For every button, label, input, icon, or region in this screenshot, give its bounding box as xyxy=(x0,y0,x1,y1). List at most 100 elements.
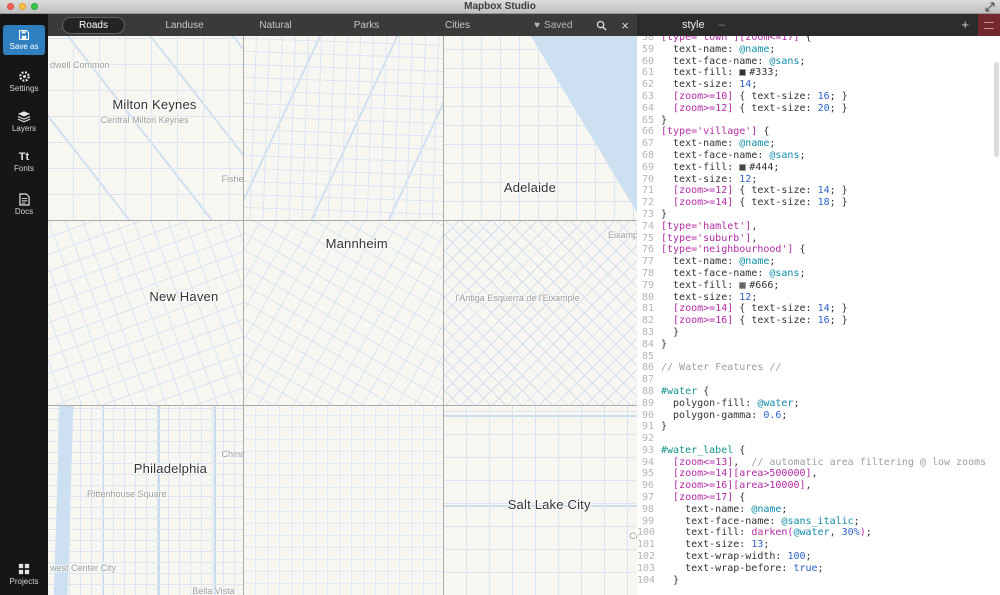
code-text[interactable]: text-size: 14; xyxy=(661,79,757,91)
code-text[interactable]: } xyxy=(661,575,679,587)
tab-landuse[interactable]: Landuse xyxy=(139,18,230,33)
map-cell[interactable]: Adelaide xyxy=(444,36,637,220)
code-text[interactable]: text-size: 13; xyxy=(661,539,769,551)
tab-cities[interactable]: Cities xyxy=(412,18,503,33)
code-line[interactable]: 103 text-wrap-before: true; xyxy=(637,563,1000,575)
tab-roads[interactable]: Roads xyxy=(48,16,139,34)
tab-natural[interactable]: Natural xyxy=(230,18,321,33)
save-as-button[interactable]: Save as xyxy=(3,25,45,55)
code-text[interactable]: text-face-name: @sans; xyxy=(661,268,805,280)
search-button[interactable] xyxy=(596,20,608,31)
code-line[interactable]: 60 text-face-name: @sans; xyxy=(637,56,1000,68)
code-text[interactable]: } xyxy=(661,327,679,339)
code-line[interactable]: 90 polygon-gamma: 0.6; xyxy=(637,410,1000,422)
code-text[interactable]: [zoom>=14][area>500000], xyxy=(661,468,818,480)
code-text[interactable]: [type='village'] { xyxy=(661,126,769,138)
code-line[interactable]: 65} xyxy=(637,115,1000,127)
code-line[interactable]: 71 [zoom>=12] { text-size: 14; } xyxy=(637,185,1000,197)
code-text[interactable]: [zoom>=17] { xyxy=(661,492,745,504)
code-line[interactable]: 104 } xyxy=(637,575,1000,587)
code-line[interactable]: 79 text-fill: #666; xyxy=(637,280,1000,292)
saved-indicator[interactable]: ♥ Saved xyxy=(534,20,572,31)
editor-scrollbar[interactable] xyxy=(994,62,999,157)
map-cell[interactable]: Salt Lake City Ce xyxy=(444,406,637,595)
code-text[interactable]: text-name: @name; xyxy=(661,256,775,268)
code-line[interactable]: 77 text-name: @name; xyxy=(637,256,1000,268)
map-cell[interactable]: Mannheim xyxy=(244,221,443,405)
code-line[interactable]: 80 text-size: 12; xyxy=(637,292,1000,304)
code-text[interactable]: [zoom<=13], // automatic area filtering … xyxy=(661,457,986,469)
code-text[interactable]: } xyxy=(661,421,667,433)
tab-style[interactable]: style xyxy=(682,19,705,31)
code-line[interactable]: 94 [zoom<=13], // automatic area filteri… xyxy=(637,457,1000,469)
code-text[interactable]: } xyxy=(661,209,667,221)
code-line[interactable]: 81 [zoom>=14] { text-size: 14; } xyxy=(637,303,1000,315)
map-cell[interactable]: Chinat Philadelphia Rittenhouse Square west… xyxy=(48,406,243,595)
code-line[interactable]: 76 [type='neighbourhood'] { xyxy=(637,244,1000,256)
code-text[interactable]: // Water Features // xyxy=(661,362,781,374)
code-line[interactable]: 96 [zoom>=16][area>10000], xyxy=(637,480,1000,492)
code-line[interactable]: 58 [type='town'][zoom<=17] { xyxy=(637,36,1000,44)
code-line[interactable]: 72 [zoom>=14] { text-size: 18; } xyxy=(637,197,1000,209)
code-text[interactable]: } xyxy=(661,339,667,351)
code-text[interactable]: text-fill: #333; xyxy=(661,67,779,79)
code-text[interactable]: [zoom>=16] { text-size: 16; } xyxy=(661,315,848,327)
code-text[interactable]: [zoom>=10] { text-size: 16; } xyxy=(661,91,848,103)
sidebar-item-fonts[interactable]: Tt Fonts xyxy=(0,150,48,173)
code-text[interactable]: text-wrap-before: true; xyxy=(661,563,824,575)
code-text[interactable]: [type='suburb'], xyxy=(661,233,757,245)
code-line[interactable]: 86 // Water Features // xyxy=(637,362,1000,374)
code-text[interactable]: #water_label { xyxy=(661,445,745,457)
code-text[interactable]: text-size: 12; xyxy=(661,292,757,304)
code-text[interactable]: [zoom>=12] { text-size: 14; } xyxy=(661,185,848,197)
resize-icon[interactable] xyxy=(985,2,995,12)
code-line[interactable]: 63 [zoom>=10] { text-size: 16; } xyxy=(637,91,1000,103)
code-text[interactable]: text-name: @name; xyxy=(661,504,787,516)
color-swatch[interactable] xyxy=(739,69,747,77)
code-line[interactable]: 95 [zoom>=14][area>500000], xyxy=(637,468,1000,480)
code-line[interactable]: 102 text-wrap-width: 100; xyxy=(637,551,1000,563)
tab-parks[interactable]: Parks xyxy=(321,18,412,33)
code-text[interactable]: text-wrap-width: 100; xyxy=(661,551,811,563)
code-line[interactable]: 69 text-fill: #444; xyxy=(637,162,1000,174)
sidebar-item-projects[interactable]: Projects xyxy=(0,563,48,586)
code-line[interactable]: 70 text-size: 12; xyxy=(637,174,1000,186)
code-text[interactable]: polygon-fill: @water; xyxy=(661,398,799,410)
code-text[interactable]: #water { xyxy=(661,386,709,398)
code-line[interactable]: 91} xyxy=(637,421,1000,433)
code-line[interactable]: 75 [type='suburb'], xyxy=(637,233,1000,245)
code-text[interactable]: polygon-gamma: 0.6; xyxy=(661,410,787,422)
map-cell[interactable]: New Haven xyxy=(48,221,243,405)
map-cell[interactable]: Eixampl l'Antiga Esquerra de l'Eixample xyxy=(444,221,637,405)
new-tab-button[interactable]: + xyxy=(961,17,969,32)
map-cell[interactable] xyxy=(244,36,443,220)
code-line[interactable]: 85 xyxy=(637,351,1000,363)
code-line[interactable]: 100 text-fill: darken(@water, 30%); xyxy=(637,527,1000,539)
code-text[interactable]: text-name: @name; xyxy=(661,138,775,150)
code-text[interactable]: [type='neighbourhood'] { xyxy=(661,244,806,256)
code-line[interactable]: 98 text-name: @name; xyxy=(637,504,1000,516)
code-line[interactable]: 64 [zoom>=12] { text-size: 20; } xyxy=(637,103,1000,115)
code-text[interactable]: [zoom>=14] { text-size: 14; } xyxy=(661,303,848,315)
code-text[interactable]: text-face-name: @sans; xyxy=(661,56,805,68)
code-line[interactable]: 67 text-name: @name; xyxy=(637,138,1000,150)
code-text[interactable]: } xyxy=(661,115,667,127)
code-line[interactable]: 88 #water { xyxy=(637,386,1000,398)
code-line[interactable]: 73} xyxy=(637,209,1000,221)
code-line[interactable]: 59 text-name: @name; xyxy=(637,44,1000,56)
code-line[interactable]: 74 [type='hamlet'], xyxy=(637,221,1000,233)
code-text[interactable]: text-name: @name; xyxy=(661,44,775,56)
code-text[interactable]: text-face-name: @sans_italic; xyxy=(661,516,860,528)
code-line[interactable]: 83 } xyxy=(637,327,1000,339)
color-swatch[interactable] xyxy=(739,281,747,289)
code-line[interactable]: 78 text-face-name: @sans; xyxy=(637,268,1000,280)
code-line[interactable]: 62 text-size: 14; xyxy=(637,79,1000,91)
code-text[interactable]: text-fill: darken(@water, 30%); xyxy=(661,527,872,539)
color-swatch[interactable] xyxy=(739,163,747,171)
close-icon[interactable]: × xyxy=(621,19,629,32)
code-line[interactable]: 99 text-face-name: @sans_italic; xyxy=(637,516,1000,528)
code-text[interactable]: [type='hamlet'], xyxy=(661,221,757,233)
code-text[interactable]: [zoom>=14] { text-size: 18; } xyxy=(661,197,848,209)
code-line[interactable]: 66 [type='village'] { xyxy=(637,126,1000,138)
map-cell[interactable]: dwell Common Milton Keynes Central Milton … xyxy=(48,36,243,220)
